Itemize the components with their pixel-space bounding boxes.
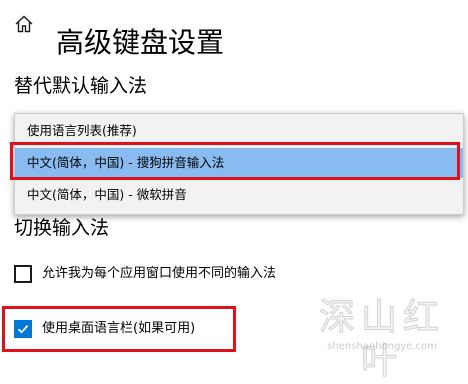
page-title: 高级键盘设置 — [56, 25, 225, 59]
per-app-ime-label[interactable]: 允许我为每个应用窗口使用不同的输入法 — [42, 264, 276, 284]
desktop-langbar-checkbox[interactable] — [14, 320, 32, 338]
default-ime-dropdown-list[interactable]: 使用语言列表(推荐) 中文(简体，中国) - 搜狗拼音输入法 中文(简体，中国)… — [14, 113, 464, 215]
dropdown-option-microsoft-pinyin[interactable]: 中文(简体，中国) - 微软拼音 — [15, 180, 463, 210]
desktop-langbar-label[interactable]: 使用桌面语言栏(如果可用) — [42, 319, 195, 339]
site-watermark: 深山红叶 shenshanhongye.com — [304, 296, 460, 383]
dropdown-option-sogou-pinyin[interactable]: 中文(简体，中国) - 搜狗拼音输入法 — [15, 148, 463, 178]
watermark-url-text: shenshanhongye.com — [327, 341, 437, 352]
dropdown-option-language-list[interactable]: 使用语言列表(推荐) — [15, 116, 463, 146]
default-ime-heading: 替代默认输入法 — [14, 75, 148, 97]
checkmark-icon — [17, 324, 29, 334]
home-icon[interactable] — [14, 14, 34, 34]
per-app-ime-checkbox[interactable] — [14, 265, 32, 283]
switch-ime-heading: 切换输入法 — [14, 217, 110, 239]
